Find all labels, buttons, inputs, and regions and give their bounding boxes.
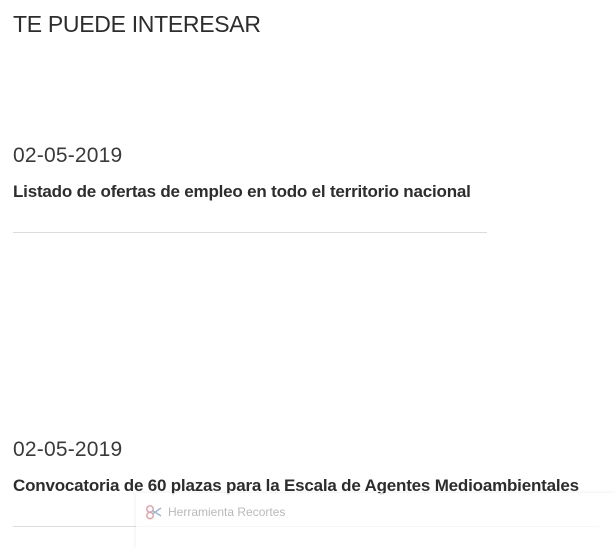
article-link[interactable]: Listado de ofertas de empleo en todo el …	[13, 181, 487, 203]
divider	[13, 232, 487, 233]
snipping-tool-label: Herramienta Recortes	[168, 505, 286, 519]
scissors-icon	[145, 503, 163, 521]
snipping-tool-window[interactable]: Herramienta Recortes	[136, 493, 615, 549]
article-item: 02-05-2019 Convocatoria de 60 plazas par…	[13, 436, 599, 497]
article-date: 02-05-2019	[13, 144, 123, 167]
article-item: 02-05-2019 Listado de ofertas de empleo …	[13, 142, 487, 203]
article-date: 02-05-2019	[13, 438, 123, 461]
section-title: TE PUEDE INTERESAR	[13, 11, 261, 37]
snipping-tool-titlebar[interactable]: Herramienta Recortes	[145, 503, 285, 521]
